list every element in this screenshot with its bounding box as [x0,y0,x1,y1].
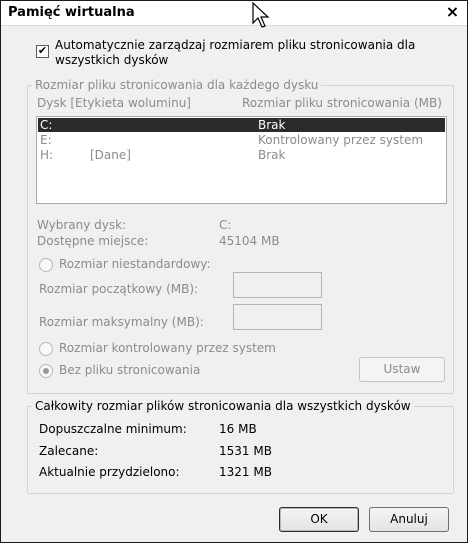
initial-size-label: Rozmiar początkowy (MB): [39,282,199,296]
drive-row-h[interactable]: H: [Dane] Brak [38,148,445,162]
recommended-label: Zalecane: [39,444,99,458]
virtual-memory-dialog: Pamięć wirtualna × ✔ Automatycznie zarzą… [0,0,468,543]
drive-volume-label: [Dane] [90,148,131,162]
system-managed-label[interactable]: Rozmiar kontrolowany przez system [59,341,276,355]
drive-size: Kontrolowany przez system [258,133,424,147]
drive-size: Brak [258,118,286,132]
available-space-value: 45104 MB [219,234,280,248]
size-column-header: Rozmiar pliku stronicowania (MB) [242,96,442,110]
custom-size-radio[interactable] [39,258,53,272]
mouse-cursor-icon [252,2,270,28]
set-button[interactable]: Ustaw [359,357,445,382]
auto-manage-label-line2[interactable]: wszystkich dysków [55,53,168,67]
system-managed-radio[interactable] [39,342,53,356]
drive-letter: C: [40,118,53,132]
window-title: Pamięć wirtualna [8,5,135,20]
no-paging-file-radio[interactable] [39,364,53,378]
allocated-value: 1321 MB [219,465,272,479]
custom-size-label[interactable]: Rozmiar niestandardowy: [59,257,211,271]
drive-size: Brak [258,148,286,162]
allocated-label: Aktualnie przydzielono: [39,465,180,479]
drive-letter: H: [40,148,54,162]
no-paging-file-label[interactable]: Bez pliku stronicowania [59,363,200,377]
drive-row-e[interactable]: E: Kontrolowany przez system [38,133,445,147]
ok-button[interactable]: OK [279,507,359,532]
min-label: Dopuszczalne minimum: [39,422,187,436]
close-button[interactable]: × [444,3,461,21]
max-size-input[interactable] [233,304,322,330]
max-size-label: Rozmiar maksymalny (MB): [39,315,204,329]
drive-list[interactable]: C: Brak E: Kontrolowany przez system H: … [36,116,447,204]
min-value: 16 MB [219,422,257,436]
totals-group-label: Całkowity rozmiar plików stronicowania d… [32,399,414,413]
selected-drive-value: C: [219,218,232,232]
drive-letter: E: [40,133,52,147]
auto-manage-label-line1[interactable]: Automatycznie zarządzaj rozmiarem pliku … [55,38,415,52]
initial-size-input[interactable] [233,272,322,298]
recommended-value: 1531 MB [219,444,272,458]
drive-row-c[interactable]: C: Brak [38,118,445,132]
title-bar[interactable]: Pamięć wirtualna × [1,1,467,28]
available-space-label: Dostępne miejsce: [37,234,149,248]
drive-column-header: Dysk [Etykieta woluminu] [37,96,191,110]
cancel-button[interactable]: Anuluj [369,507,449,532]
auto-manage-checkbox[interactable]: ✔ [36,45,49,58]
per-drive-group-label: Rozmiar pliku stronicowania dla każdego … [32,78,322,92]
selected-drive-label: Wybrany dysk: [37,218,127,232]
